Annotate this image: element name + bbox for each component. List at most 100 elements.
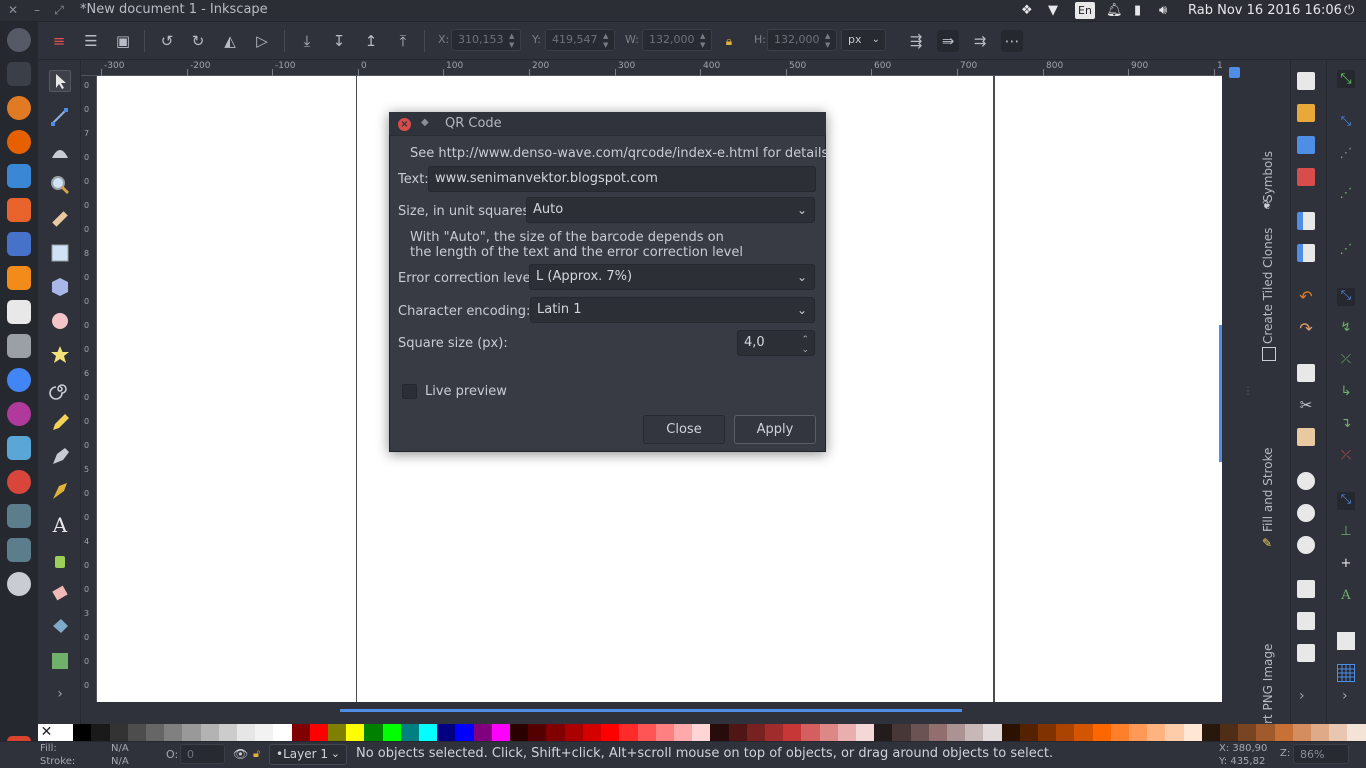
palette-swatch[interactable] <box>928 724 947 741</box>
snap-intersections-icon[interactable]: ⤫ <box>1337 352 1355 370</box>
new-document-icon[interactable] <box>1297 72 1315 90</box>
clone-icon[interactable] <box>1297 612 1315 630</box>
palette-swatch[interactable] <box>874 724 893 741</box>
palette-swatch[interactable] <box>364 724 383 741</box>
dropbox-icon[interactable]: ❖ <box>1021 2 1033 20</box>
duplicate-icon[interactable] <box>1297 580 1315 598</box>
export-icon[interactable] <box>1297 244 1315 262</box>
opacity-input[interactable]: 0 <box>180 744 225 764</box>
palette-swatch[interactable] <box>273 724 292 741</box>
palette-swatch[interactable] <box>1128 724 1148 741</box>
palette-swatch[interactable] <box>1074 724 1093 741</box>
app-eye-icon[interactable] <box>7 402 31 426</box>
palette-swatch[interactable] <box>200 724 219 741</box>
flip-vertical-icon[interactable]: ▷ <box>251 30 273 52</box>
palette-swatch[interactable] <box>601 724 620 741</box>
spin-up-icon[interactable]: ▲ <box>825 32 833 40</box>
raise-to-top-icon[interactable]: ⤒ <box>392 30 414 52</box>
app-tools-icon[interactable] <box>7 232 31 256</box>
transform-patterns-icon[interactable]: ⋯ <box>1001 30 1023 52</box>
tab-export-png[interactable]: rt PNG Image (Shift+Ctrl+E) <box>1252 564 1307 724</box>
palette-swatch[interactable] <box>510 724 529 741</box>
tweak-tool-icon[interactable] <box>49 140 71 162</box>
square-size-input[interactable]: 4,0 ⌃ ⌄ <box>737 330 815 356</box>
palette-swatch[interactable] <box>291 724 310 741</box>
spin-down-icon[interactable]: ▼ <box>700 41 708 49</box>
layer-visibility-icon[interactable]: 👁︎ <box>233 747 248 761</box>
palette-swatch[interactable] <box>73 724 92 741</box>
pencil-tool-icon[interactable] <box>49 412 71 434</box>
color-palette[interactable]: ✕ <box>38 724 1366 741</box>
snap-center-icon[interactable]: ⊥ <box>1337 524 1355 542</box>
selector-tool-icon[interactable] <box>49 70 71 92</box>
paste-icon[interactable] <box>1297 428 1315 446</box>
select-all-layers-icon[interactable]: ☰ <box>80 30 102 52</box>
commands-overflow-icon[interactable]: › <box>1299 688 1305 704</box>
palette-swatch[interactable] <box>655 724 674 741</box>
tab-tiled-clones[interactable]: Create Tiled Clones <box>1252 226 1284 344</box>
app-vlc-icon[interactable] <box>7 266 31 290</box>
layer-lock-icon[interactable]: 🔓︎ <box>253 747 260 761</box>
palette-swatch[interactable] <box>382 724 401 741</box>
palette-swatch[interactable] <box>1220 724 1239 741</box>
palette-swatch[interactable] <box>1329 724 1348 741</box>
palette-swatch[interactable] <box>801 724 820 741</box>
snap-toggle-icon[interactable]: ⤡ <box>1337 70 1355 88</box>
apply-button[interactable]: Apply <box>734 415 816 444</box>
fill-value[interactable]: N/A <box>111 743 129 754</box>
palette-swatch[interactable] <box>127 724 147 741</box>
pen-tool-icon[interactable] <box>49 446 71 468</box>
palette-swatch[interactable] <box>910 724 929 741</box>
lower-icon[interactable]: ↧ <box>328 30 350 52</box>
palette-swatch[interactable] <box>637 724 656 741</box>
palette-swatch[interactable] <box>819 724 838 741</box>
palette-swatch[interactable] <box>346 724 365 741</box>
spray-tool-icon[interactable] <box>49 548 71 570</box>
palette-swatch[interactable] <box>109 724 128 741</box>
snap-overflow-icon[interactable]: › <box>1342 688 1348 704</box>
keyboard-layout-indicator[interactable]: En <box>1075 2 1095 19</box>
palette-swatch[interactable] <box>1037 724 1057 741</box>
palette-swatch[interactable] <box>218 724 238 741</box>
palette-swatch[interactable] <box>619 724 638 741</box>
zoom-selection-icon[interactable] <box>1297 472 1315 490</box>
dash-home-icon[interactable] <box>7 28 31 52</box>
encoding-select[interactable]: Latin 1 ⌄ <box>530 297 815 323</box>
palette-swatch[interactable] <box>400 724 420 741</box>
window-close-icon[interactable]: ✕ <box>6 3 20 17</box>
open-document-icon[interactable] <box>1297 104 1315 122</box>
app-disc-icon[interactable] <box>7 572 31 596</box>
zoom-tool-icon[interactable] <box>49 174 71 196</box>
tab-fill-and-stroke[interactable]: Fill and Stroke (Shift+Ctrl+F) <box>1252 376 1307 532</box>
node-tool-icon[interactable] <box>49 106 71 128</box>
palette-swatch[interactable] <box>91 724 110 741</box>
palette-swatch[interactable] <box>564 724 583 741</box>
palette-swatch[interactable] <box>309 724 329 741</box>
palette-swatch[interactable] <box>419 724 438 741</box>
palette-swatch[interactable] <box>1147 724 1166 741</box>
snap-bbox-corner-icon[interactable]: ⋰ <box>1337 186 1355 204</box>
unlink-clone-icon[interactable] <box>1297 644 1315 662</box>
palette-swatch[interactable] <box>1165 724 1184 741</box>
zoom-input[interactable]: 86% <box>1293 744 1349 764</box>
palette-swatch[interactable] <box>710 724 729 741</box>
palette-swatch[interactable] <box>1001 724 1020 741</box>
cut-icon[interactable]: ✂ <box>1297 396 1315 414</box>
palette-swatch[interactable] <box>546 724 565 741</box>
palette-swatch[interactable] <box>692 724 711 741</box>
h-input[interactable]: 132,000 ▲ ▼ <box>767 29 837 51</box>
zoom-drawing-icon[interactable] <box>1297 504 1315 522</box>
palette-swatch[interactable] <box>164 724 183 741</box>
error-correction-select[interactable]: L (Approx. 7%) ⌄ <box>529 264 815 290</box>
palette-swatch[interactable] <box>582 724 602 741</box>
close-button[interactable]: Close <box>643 415 725 444</box>
palette-swatch[interactable] <box>946 724 966 741</box>
spin-down-icon[interactable]: ▼ <box>825 41 833 49</box>
y-input[interactable]: 419,547 ▲ ▼ <box>545 29 615 51</box>
spin-up-icon[interactable]: ▲ <box>700 32 708 40</box>
layer-select[interactable]: •Layer 1 ⌄ <box>269 744 347 765</box>
toolbox-overflow-icon[interactable]: › <box>49 686 71 708</box>
sticky-zoom-icon[interactable] <box>1229 67 1240 78</box>
spin-down-icon[interactable]: ▼ <box>603 41 611 49</box>
session-power-icon[interactable]: ⏻ <box>1344 2 1354 20</box>
